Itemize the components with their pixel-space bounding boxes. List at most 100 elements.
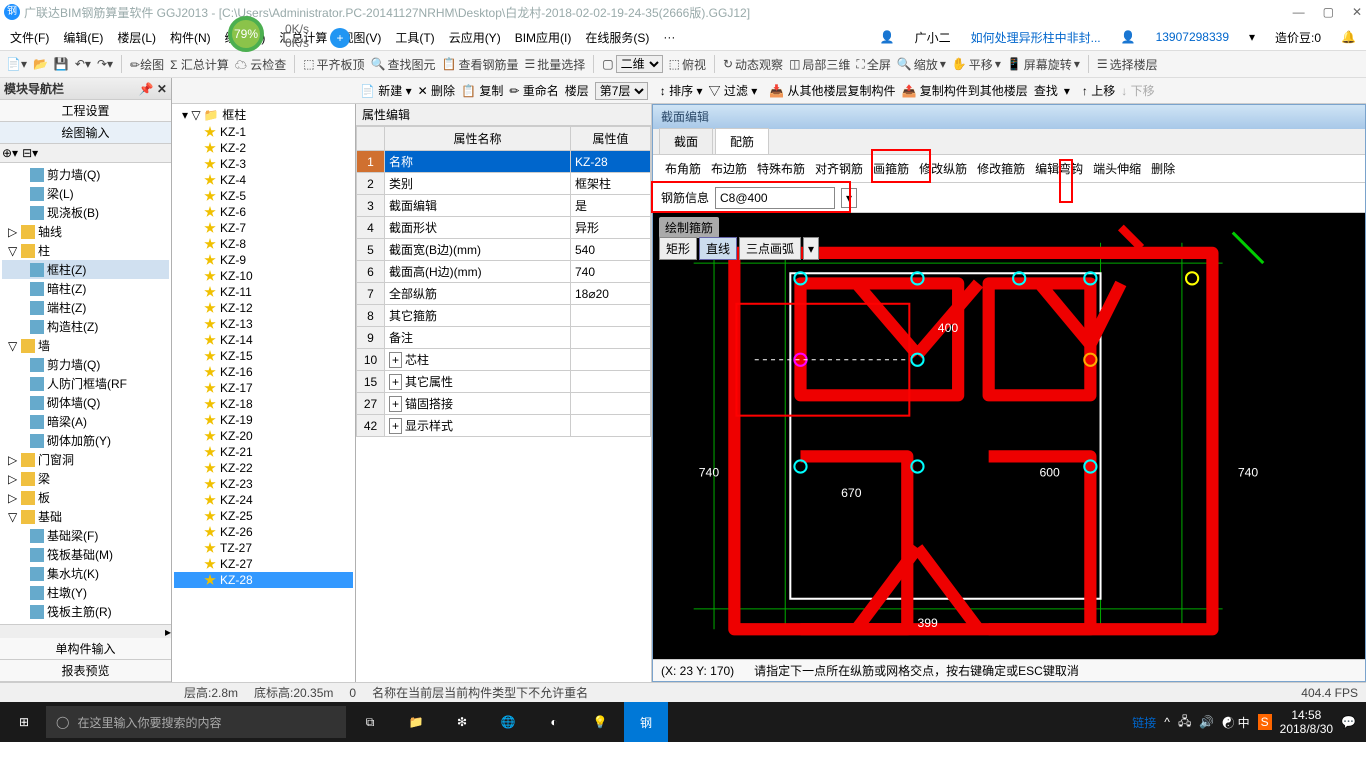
tab-rebar[interactable]: 配筋 xyxy=(715,128,769,154)
rebar-dropdown[interactable]: ▾ xyxy=(841,188,857,208)
cloudcheck-icon[interactable]: ☁ 云检查 xyxy=(235,56,286,73)
tb-app4[interactable]: 💡 xyxy=(578,702,622,742)
section-canvas[interactable]: 绘制箍筋 矩形 直线 三点画弧 ▾ xyxy=(653,213,1365,659)
tree-item[interactable]: 柱墩(Y) xyxy=(2,583,169,602)
tree-item[interactable]: ▷板 xyxy=(2,488,169,507)
prop-row[interactable]: 15+其它属性 xyxy=(357,371,651,393)
tree-item[interactable]: 端柱(Z) xyxy=(2,298,169,317)
nav-tab-report[interactable]: 报表预览 xyxy=(0,660,171,682)
tree-item[interactable]: 基础梁(F) xyxy=(2,526,169,545)
tree-item[interactable]: 剪力墙(Q) xyxy=(2,355,169,374)
menu-online[interactable]: 在线服务(S) xyxy=(579,27,655,48)
property-grid[interactable]: 属性名称属性值 1名称KZ-282类别框架柱3截面编辑是4截面形状异形5截面宽(… xyxy=(356,126,651,682)
prop-row[interactable]: 10+芯柱 xyxy=(357,349,651,371)
draw-icon[interactable]: ✏绘图 xyxy=(130,56,164,73)
tree-item[interactable]: 梁(L) xyxy=(2,184,169,203)
kz-item[interactable]: KZ-2 xyxy=(174,140,353,156)
ctb-copyto[interactable]: 📤 复制构件到其他楼层 xyxy=(902,82,1028,99)
menu-bim[interactable]: BIM应用(I) xyxy=(509,27,578,48)
tray-vol[interactable]: 🔊 xyxy=(1199,715,1214,729)
kz-item[interactable]: KZ-19 xyxy=(174,412,353,428)
kz-item[interactable]: KZ-23 xyxy=(174,476,353,492)
kz-item[interactable]: KZ-5 xyxy=(174,188,353,204)
prop-row[interactable]: 4截面形状异形 xyxy=(357,217,651,239)
new-icon[interactable]: 📄▾ xyxy=(6,57,27,71)
tb-3d[interactable]: ◫ 局部三维 xyxy=(789,56,850,73)
tab-section[interactable]: 截面 xyxy=(659,128,713,154)
kz-item[interactable]: KZ-28 xyxy=(174,572,353,588)
kz-tree[interactable]: ▾ ▽ 📁 框柱 KZ-1 KZ-2 KZ-3 KZ-4 KZ-5 KZ-6 K… xyxy=(172,103,355,682)
tree-item[interactable]: 剪力墙(Q) xyxy=(2,165,169,184)
menu-edit[interactable]: 编辑(E) xyxy=(57,27,109,48)
kz-item[interactable]: KZ-4 xyxy=(174,172,353,188)
tray-notif[interactable]: 💬 xyxy=(1341,715,1356,729)
nav-tab-project[interactable]: 工程设置 xyxy=(0,100,171,122)
tree-item[interactable]: 现浇板(B) xyxy=(2,203,169,222)
kz-item[interactable]: KZ-10 xyxy=(174,268,353,284)
tb-batch[interactable]: ☰ 批量选择 xyxy=(525,56,586,73)
tree-item[interactable]: 构造柱(Z) xyxy=(2,317,169,336)
tb-sel-floor[interactable]: ☰ 选择楼层 xyxy=(1097,56,1158,73)
prop-row[interactable]: 9备注 xyxy=(357,327,651,349)
btn-arc-dd[interactable]: ▾ xyxy=(803,237,819,260)
close-button[interactable]: ✕ xyxy=(1352,5,1362,19)
btn-line[interactable]: 直线 xyxy=(699,237,737,260)
tb-top[interactable]: ⬚ 俯视 xyxy=(669,56,706,73)
op-mod-stirrup[interactable]: 修改箍筋 xyxy=(977,160,1025,177)
taskbar-search[interactable]: ◯ 在这里输入你要搜索的内容 xyxy=(46,706,346,738)
tree-item[interactable]: ▷梁 xyxy=(2,469,169,488)
kz-item[interactable]: KZ-20 xyxy=(174,428,353,444)
prop-row[interactable]: 27+锚固搭接 xyxy=(357,393,651,415)
kz-item[interactable]: KZ-22 xyxy=(174,460,353,476)
tb-edge[interactable]: 🌐 xyxy=(486,702,530,742)
tree-item[interactable]: 框柱(Z) xyxy=(2,260,169,279)
ctb-down[interactable]: ↓ 下移 xyxy=(1121,82,1154,99)
minimize-button[interactable]: — xyxy=(1293,5,1305,19)
ctb-copyfrom[interactable]: 📥 从其他楼层复制构件 xyxy=(769,82,895,99)
task-view[interactable]: ⧉ xyxy=(348,702,392,742)
menu-component[interactable]: 构件(N) xyxy=(164,27,217,48)
ctb-sort[interactable]: ↕ 排序 ▾ xyxy=(660,82,703,99)
nav-icon1[interactable]: ⊕▾ xyxy=(2,146,18,160)
op-draw-stirrup[interactable]: 画箍筋 xyxy=(873,160,909,177)
kz-item[interactable]: KZ-21 xyxy=(174,444,353,460)
tree-item[interactable]: ▽柱 xyxy=(2,241,169,260)
sigma-icon[interactable]: Σ 汇总计算 xyxy=(170,56,229,73)
kz-item[interactable]: KZ-18 xyxy=(174,396,353,412)
undo-icon[interactable]: ↶▾ xyxy=(75,57,91,71)
tb-zoom[interactable]: 🔍 缩放 ▾ xyxy=(897,56,946,73)
kz-item[interactable]: TZ-27 xyxy=(174,540,353,556)
op-edge[interactable]: 布边筋 xyxy=(711,160,747,177)
nav-icon2[interactable]: ⊟▾ xyxy=(22,146,38,160)
pin-icon[interactable]: 📌 ✕ xyxy=(139,82,167,96)
kz-item[interactable]: KZ-11 xyxy=(174,284,353,300)
kz-item[interactable]: KZ-24 xyxy=(174,492,353,508)
tb-app2[interactable]: ❇ xyxy=(440,702,484,742)
op-align[interactable]: 对齐钢筋 xyxy=(815,160,863,177)
tb-rot[interactable]: 📱 屏幕旋转 ▾ xyxy=(1007,56,1080,73)
ctb-del[interactable]: ✕ 删除 xyxy=(418,82,455,99)
prop-row[interactable]: 8其它箍筋 xyxy=(357,305,651,327)
ctb-copy[interactable]: 📋 复制 xyxy=(461,82,503,99)
op-hook[interactable]: 编辑弯钩 xyxy=(1035,160,1083,177)
tb-app3[interactable]: ◐ xyxy=(532,702,576,742)
rebar-info-input[interactable] xyxy=(715,187,835,209)
kz-item[interactable]: KZ-14 xyxy=(174,332,353,348)
tree-item[interactable]: 砌体加筋(Y) xyxy=(2,431,169,450)
kz-item[interactable]: KZ-26 xyxy=(174,524,353,540)
tree-item[interactable]: 筏板基础(M) xyxy=(2,545,169,564)
tree-item[interactable]: 人防门框墙(RF xyxy=(2,374,169,393)
op-delete[interactable]: 删除 xyxy=(1151,160,1175,177)
prop-row[interactable]: 42+显示样式 xyxy=(357,415,651,437)
kz-item[interactable]: KZ-7 xyxy=(174,220,353,236)
kz-item[interactable]: KZ-9 xyxy=(174,252,353,268)
save-icon[interactable]: 💾 xyxy=(54,57,69,71)
nav-tab-draw[interactable]: 绘图输入 xyxy=(0,122,171,144)
kz-item[interactable]: KZ-13 xyxy=(174,316,353,332)
tree-item[interactable]: 筏板主筋(R) xyxy=(2,602,169,621)
prop-row[interactable]: 2类别框架柱 xyxy=(357,173,651,195)
op-special[interactable]: 特殊布筋 xyxy=(757,160,805,177)
menu-tool[interactable]: 工具(T) xyxy=(389,27,440,48)
kz-item[interactable]: KZ-17 xyxy=(174,380,353,396)
kz-item[interactable]: KZ-8 xyxy=(174,236,353,252)
